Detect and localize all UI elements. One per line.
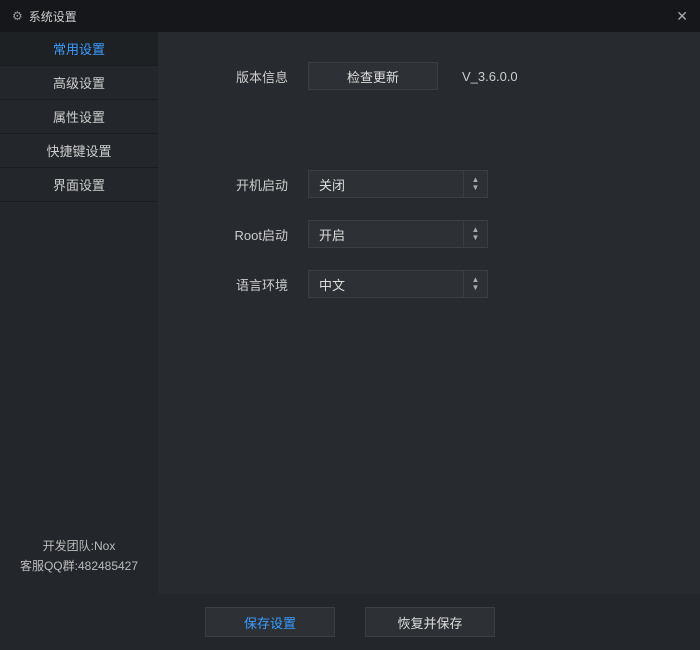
close-icon[interactable]: ✕ — [676, 8, 688, 25]
content: 常用设置 高级设置 属性设置 快捷键设置 界面设置 开发团队:Nox 客服QQ群… — [0, 32, 700, 594]
qq-info: 客服QQ群:482485427 — [0, 556, 158, 576]
sidebar-item-interface[interactable]: 界面设置 — [0, 168, 158, 202]
boot-dropdown-value: 关闭 — [309, 175, 463, 194]
lang-dropdown-value: 中文 — [309, 275, 463, 294]
window-title: 系统设置 — [29, 8, 77, 25]
sidebar-item-label: 快捷键设置 — [46, 141, 111, 160]
sidebar-item-label: 常用设置 — [53, 39, 105, 58]
root-dropdown[interactable]: 开启 ▲▼ — [308, 220, 488, 248]
version-row: 版本信息 检查更新 V_3.6.0.0 — [198, 62, 660, 90]
team-info: 开发团队:Nox — [0, 536, 158, 556]
boot-dropdown[interactable]: 关闭 ▲▼ — [308, 170, 488, 198]
lang-dropdown[interactable]: 中文 ▲▼ — [308, 270, 488, 298]
gear-icon: ⚙ — [12, 9, 23, 23]
version-value: V_3.6.0.0 — [462, 69, 518, 84]
sidebar: 常用设置 高级设置 属性设置 快捷键设置 界面设置 开发团队:Nox 客服QQ群… — [0, 32, 158, 594]
lang-label: 语言环境 — [198, 275, 288, 294]
sidebar-item-properties[interactable]: 属性设置 — [0, 100, 158, 134]
sidebar-item-label: 属性设置 — [53, 107, 105, 126]
sidebar-item-advanced[interactable]: 高级设置 — [0, 66, 158, 100]
save-button[interactable]: 保存设置 — [205, 607, 335, 637]
footer: 保存设置 恢复并保存 — [0, 594, 700, 650]
sidebar-footer: 开发团队:Nox 客服QQ群:482485427 — [0, 536, 158, 576]
sidebar-item-shortcuts[interactable]: 快捷键设置 — [0, 134, 158, 168]
restore-button[interactable]: 恢复并保存 — [365, 607, 495, 637]
root-dropdown-value: 开启 — [309, 225, 463, 244]
sidebar-item-label: 界面设置 — [53, 175, 105, 194]
boot-row: 开机启动 关闭 ▲▼ — [198, 170, 660, 198]
version-label: 版本信息 — [198, 67, 288, 86]
titlebar: ⚙ 系统设置 ✕ — [0, 0, 700, 32]
lang-row: 语言环境 中文 ▲▼ — [198, 270, 660, 298]
sidebar-item-common[interactable]: 常用设置 — [0, 32, 158, 66]
check-update-button[interactable]: 检查更新 — [308, 62, 438, 90]
sidebar-item-label: 高级设置 — [53, 73, 105, 92]
updown-icon: ▲▼ — [463, 171, 487, 197]
boot-label: 开机启动 — [198, 175, 288, 194]
updown-icon: ▲▼ — [463, 221, 487, 247]
main-panel: 版本信息 检查更新 V_3.6.0.0 开机启动 关闭 ▲▼ Root启动 开启… — [158, 32, 700, 594]
root-label: Root启动 — [198, 225, 288, 244]
root-row: Root启动 开启 ▲▼ — [198, 220, 660, 248]
updown-icon: ▲▼ — [463, 271, 487, 297]
